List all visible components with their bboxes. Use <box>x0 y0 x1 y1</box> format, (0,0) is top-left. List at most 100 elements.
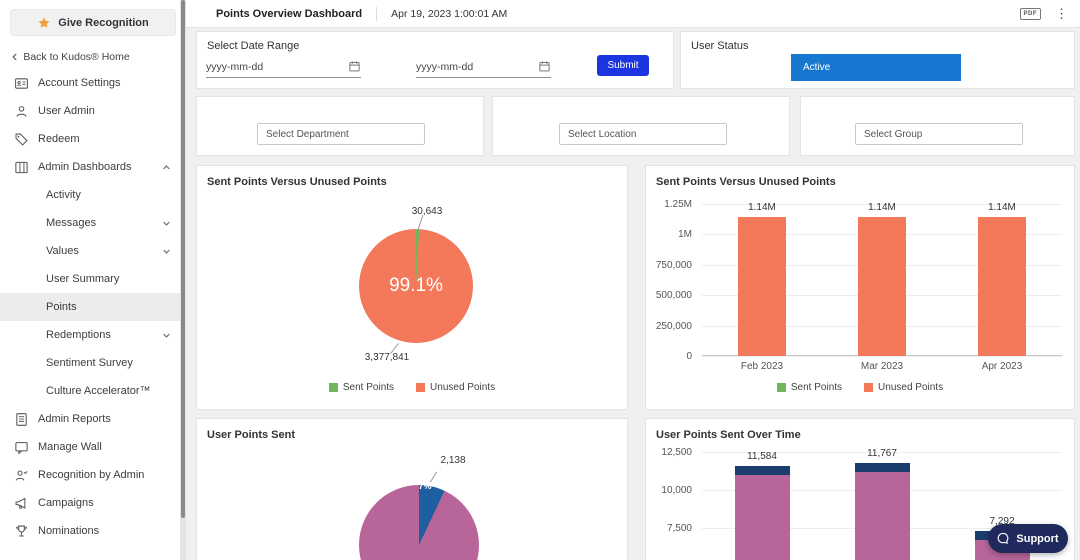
sidebar-item-nominations[interactable]: Nominations <box>0 517 186 545</box>
date-range-card: Select Date Range Submit <box>196 31 674 89</box>
y-axis-tick: 7,500 <box>666 523 692 534</box>
sidebar-item-label: Admin Reports <box>38 413 111 425</box>
y-axis-tick: 0 <box>686 351 692 362</box>
location-select[interactable]: Select Location <box>559 123 727 145</box>
export-pdf-icon[interactable]: PDF <box>1019 7 1041 20</box>
y-axis-tick: 250,000 <box>655 320 692 332</box>
sidebar-item-account-settings[interactable]: Account Settings <box>0 69 186 97</box>
sidebar-item-sentiment-survey[interactable]: Sentiment Survey <box>0 349 186 377</box>
report-icon <box>14 412 29 427</box>
chevron-up-icon <box>159 160 174 175</box>
sidebar-item-admin-reports[interactable]: Admin Reports <box>0 405 186 433</box>
start-date-input[interactable] <box>206 56 361 78</box>
y-axis-tick: 1M <box>678 229 692 241</box>
tag-icon <box>14 132 29 147</box>
sent-points-callout: 30,643 <box>411 206 443 217</box>
legend-item: Sent Points <box>328 382 394 393</box>
sidebar-item-activity[interactable]: Activity <box>0 181 186 209</box>
location-filter-card: Select Location <box>492 96 790 156</box>
sidebar-item-culture-accelerator[interactable]: Culture Accelerator™ <box>0 377 186 405</box>
legend-item: Sent Points <box>776 382 843 393</box>
sidebar-item-redemptions[interactable]: Redemptions <box>0 321 186 349</box>
group-select[interactable]: Select Group <box>855 123 1023 145</box>
y-axis-tick: 12,500 <box>661 447 692 458</box>
back-to-kudos-home-link[interactable]: ‹ Back to Kudos® Home <box>12 48 186 65</box>
y-axis-tick: 500,000 <box>655 290 692 302</box>
pie-center-label: 99.1% <box>389 275 443 296</box>
bar-cap <box>734 465 790 475</box>
bar <box>854 463 910 560</box>
megaphone-icon <box>14 496 29 511</box>
callout-line <box>417 215 424 230</box>
user-status-label: User Status <box>691 40 749 52</box>
user-points-pie <box>359 485 479 560</box>
trophy-icon <box>14 524 29 539</box>
sidebar-item-manage-wall[interactable]: Manage Wall <box>0 433 186 461</box>
calendar-icon[interactable] <box>348 60 361 73</box>
chevron-down-icon <box>159 216 174 231</box>
submit-button[interactable]: Submit <box>597 55 649 76</box>
sidebar-item-label: Campaigns <box>38 497 94 509</box>
legend-swatch <box>776 383 786 392</box>
give-recognition-button[interactable]: Give Recognition <box>10 9 176 36</box>
person-check-icon <box>14 468 29 483</box>
sidebar-item-label: Redeem <box>38 133 80 145</box>
give-recognition-label: Give Recognition <box>58 16 149 29</box>
points-dashboard-page: Give Recognition ‹ Back to Kudos® Home A… <box>0 0 1080 560</box>
sidebar-item-label: Values <box>46 245 79 257</box>
chart-legend: Sent Points Unused Points <box>197 382 627 393</box>
start-date-field[interactable] <box>206 60 348 73</box>
account-settings-icon <box>14 76 29 91</box>
legend-swatch <box>416 383 426 392</box>
more-options-icon[interactable]: ⋮ <box>1055 6 1068 22</box>
chat-bubble-icon <box>997 532 1010 545</box>
chart-title: Sent Points Versus Unused Points <box>656 176 836 188</box>
group-filter-card: Select Group <box>800 96 1075 156</box>
sidebar-item-values[interactable]: Values <box>0 237 186 265</box>
department-select[interactable]: Select Department <box>257 123 425 145</box>
legend-item: Unused Points <box>864 382 943 393</box>
sidebar-item-user-admin[interactable]: User Admin <box>0 97 186 125</box>
user-status-active-button[interactable]: Active <box>791 54 961 81</box>
x-axis-label: Apr 2023 <box>981 361 1023 372</box>
sidebar-item-label: Sentiment Survey <box>46 357 133 369</box>
sidebar-item-user-summary[interactable]: User Summary <box>0 265 186 293</box>
y-axis: 1.25M 1M 750,000 500,000 250,000 0 <box>646 199 696 362</box>
sidebar-scrollbar-track <box>180 0 186 560</box>
sidebar-item-messages[interactable]: Messages <box>0 209 186 237</box>
sidebar-item-recognition-by-admin[interactable]: Recognition by Admin <box>0 461 186 489</box>
user-points-pie-card: User Points Sent 7% 2,138 <box>196 418 628 560</box>
end-date-input[interactable] <box>416 56 551 78</box>
wall-icon <box>14 440 29 455</box>
legend-label: Unused Points <box>878 382 944 393</box>
calendar-icon[interactable] <box>538 60 551 73</box>
sidebar-scrollbar[interactable] <box>181 0 185 518</box>
y-axis: 12,500 10,000 7,500 <box>646 447 696 560</box>
sidebar-item-label: User Admin <box>38 105 95 117</box>
support-label: Support <box>1016 532 1059 545</box>
sidebar-item-redeem[interactable]: Redeem <box>0 125 186 153</box>
sidebar-item-campaigns[interactable]: Campaigns <box>0 489 186 517</box>
sidebar-item-label: Activity <box>46 189 81 201</box>
user-status-card: User Status Active <box>680 31 1075 89</box>
y-axis-tick: 1.25M <box>664 199 692 210</box>
sent-vs-unused-pie: 99.1% <box>359 229 473 343</box>
bar-value-label: 1.14M <box>748 202 776 214</box>
sidebar-item-label: Points <box>46 301 77 313</box>
sidebar-item-admin-dashboards[interactable]: Admin Dashboards <box>0 153 186 181</box>
divider <box>376 6 378 21</box>
bar <box>978 217 1026 356</box>
legend-label: Sent Points <box>790 382 843 393</box>
gridline <box>702 356 1062 357</box>
chart-title: Sent Points Versus Unused Points <box>207 176 387 188</box>
back-label: Back to Kudos® Home <box>23 51 130 63</box>
sidebar-item-points[interactable]: Points <box>0 293 186 321</box>
sidebar-nav: Account Settings User Admin Redeem Admin… <box>0 69 186 545</box>
legend-swatch <box>328 383 338 392</box>
chevron-left-icon: ‹ <box>12 48 18 65</box>
end-date-field[interactable] <box>416 60 538 73</box>
topbar: Points Overview Dashboard Apr 19, 2023 1… <box>186 0 1080 28</box>
chart-title: User Points Sent <box>207 429 296 441</box>
sidebar-item-label: Recognition by Admin <box>38 469 145 481</box>
support-button[interactable]: Support <box>988 524 1068 553</box>
